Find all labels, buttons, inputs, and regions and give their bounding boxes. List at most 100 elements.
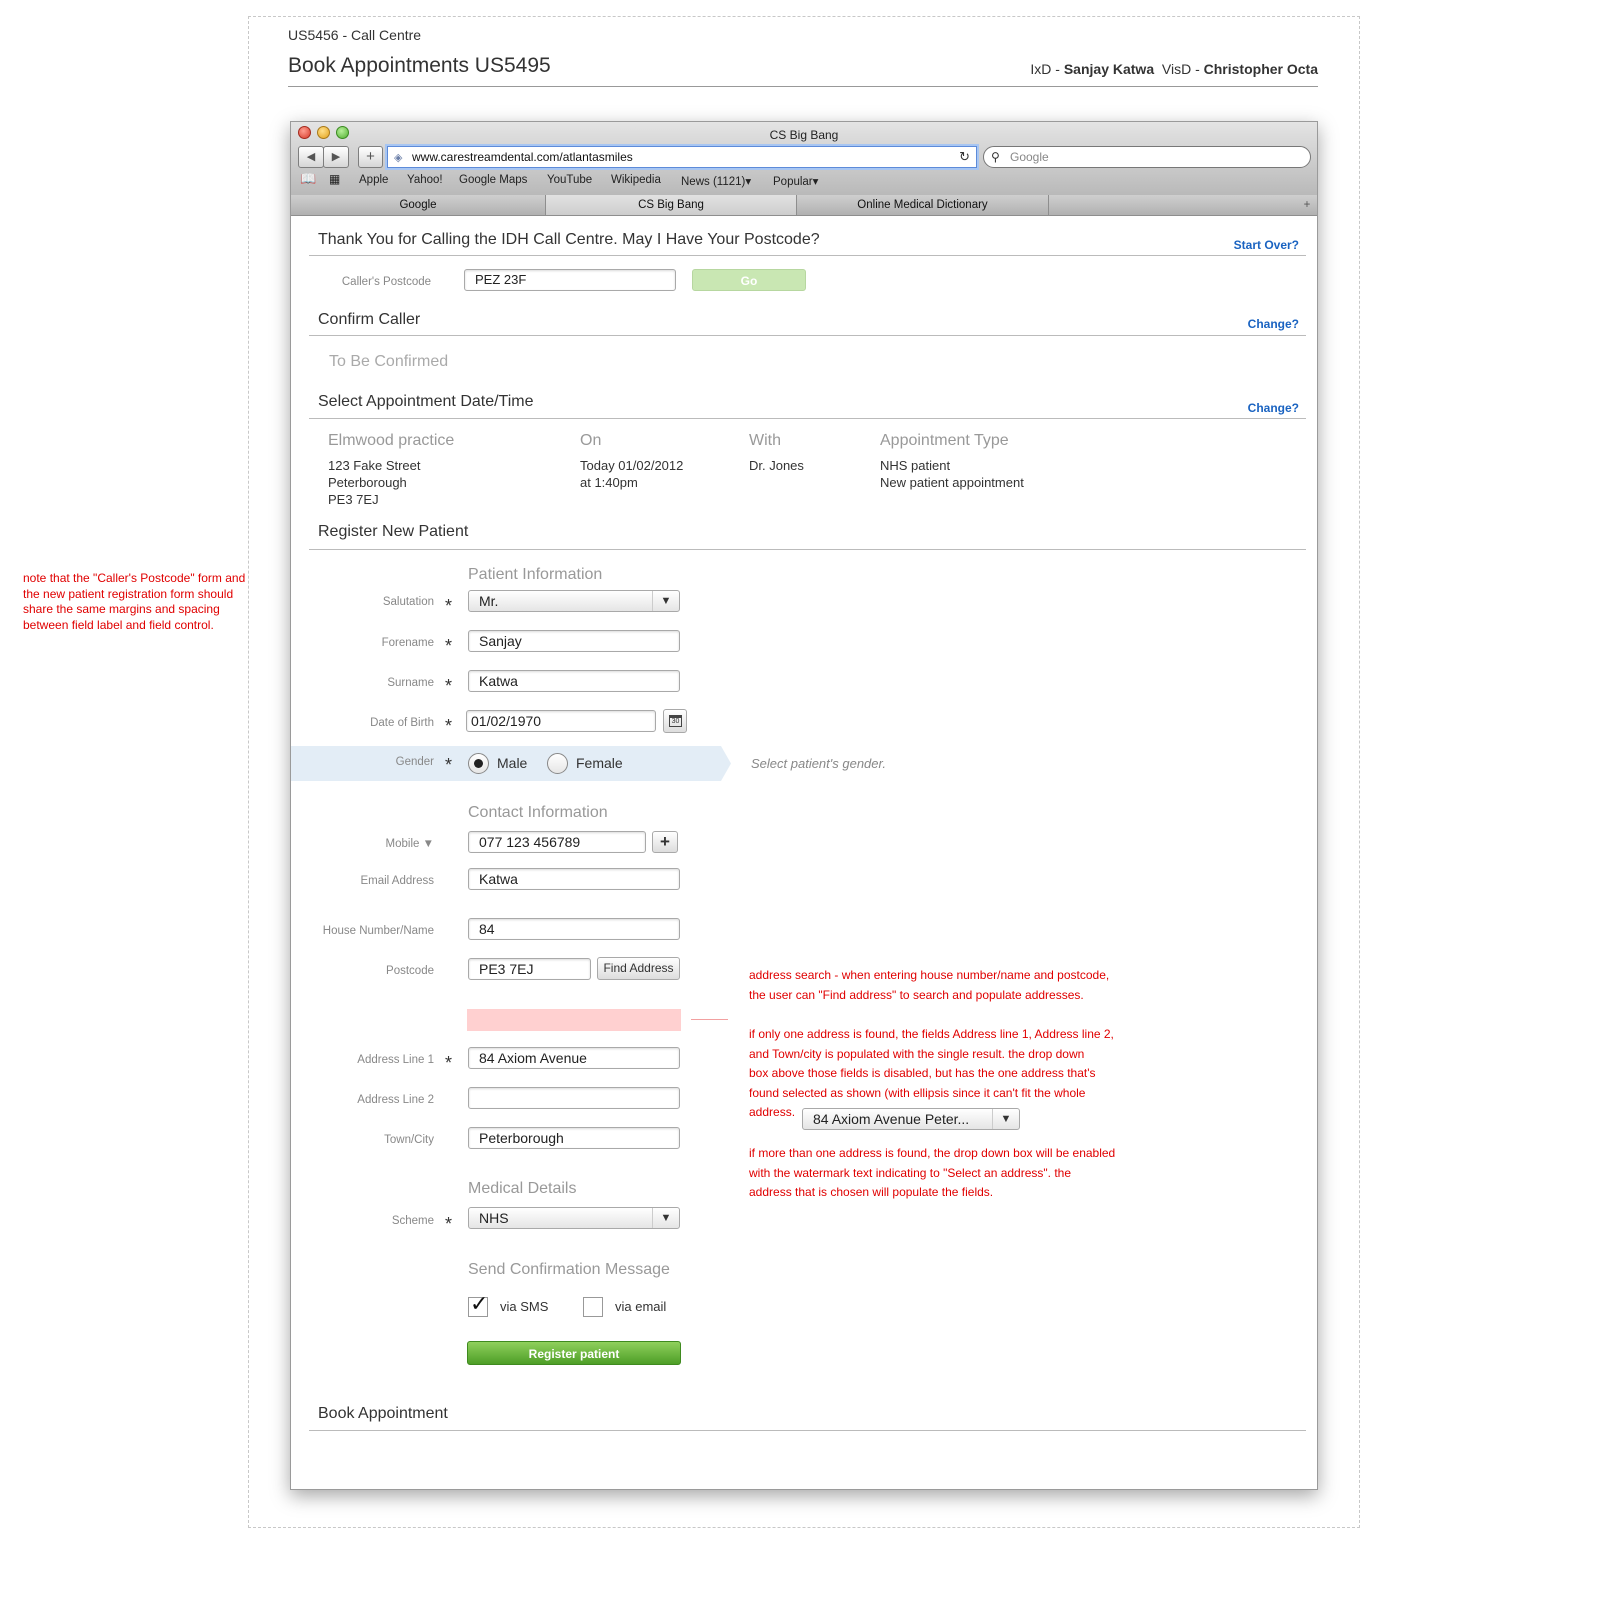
- annotation-line: found selected as shown (with ellipsis s…: [749, 1085, 1086, 1100]
- bookmark-wikipedia[interactable]: Wikipedia: [611, 174, 661, 186]
- example-address-value: 84 Axiom Avenue Peter...: [813, 1111, 970, 1127]
- bookmarks-book-icon[interactable]: 📖: [300, 171, 316, 187]
- tab-cs-big-bang[interactable]: CS Big Bang: [546, 195, 797, 215]
- postcode-input[interactable]: PE3 7EJ: [468, 958, 591, 980]
- add-bookmark-button[interactable]: +: [358, 146, 383, 168]
- address2-input[interactable]: [468, 1087, 680, 1109]
- bookmark-google-maps[interactable]: Google Maps: [459, 174, 527, 186]
- postcode-label: Postcode: [386, 965, 434, 977]
- sms-label[interactable]: via SMS: [500, 1299, 548, 1314]
- town-input[interactable]: Peterborough: [468, 1127, 680, 1149]
- example-address-select: 84 Axiom Avenue Peter... ▼: [802, 1108, 1020, 1130]
- gender-hint: Select patient's gender.: [751, 756, 886, 771]
- practice-line: PE3 7EJ: [328, 492, 379, 507]
- section-rule: [309, 335, 1306, 336]
- gender-female-radio[interactable]: [547, 753, 568, 774]
- section-rule: [309, 549, 1306, 550]
- dob-input[interactable]: 01/02/1970: [466, 710, 656, 732]
- chevron-down-icon: ▼: [992, 1109, 1019, 1129]
- sms-checkbox[interactable]: ✓: [468, 1291, 488, 1317]
- url-text: www.carestreamdental.com/atlantasmiles: [412, 150, 633, 164]
- browser-toolbar: CS Big Bang ◀ ▶ + ◈ www.carestreamdental…: [291, 122, 1317, 196]
- annotation-line: address that is chosen will populate the…: [749, 1185, 994, 1199]
- appointment-type: NHS patient New patient appointment: [880, 457, 1024, 491]
- page-title: Book Appointments US5495: [288, 54, 551, 77]
- bookmark-news[interactable]: News (1121)▾: [681, 174, 751, 188]
- email-checkbox[interactable]: [583, 1297, 603, 1317]
- salutation-label: Salutation: [382, 596, 434, 608]
- address1-input[interactable]: 84 Axiom Avenue: [468, 1047, 680, 1069]
- callers-postcode-input[interactable]: PEZ 23F: [464, 269, 676, 291]
- section-rule: [309, 255, 1306, 256]
- phone-type-dropdown[interactable]: Mobile ▼: [291, 838, 434, 850]
- email-input[interactable]: Katwa: [468, 868, 680, 890]
- reload-icon[interactable]: ↻: [959, 147, 970, 167]
- annotation-multiple-results: if more than one address is found, the d…: [749, 1144, 1115, 1203]
- tab-google[interactable]: Google: [291, 195, 546, 215]
- type-line: New patient appointment: [880, 475, 1024, 490]
- mobile-input[interactable]: 077 123 456789: [468, 831, 646, 853]
- annotation-connector: [691, 1019, 728, 1020]
- gender-male-radio[interactable]: [468, 753, 489, 774]
- medical-details-heading: Medical Details: [468, 1180, 577, 1197]
- bookmark-apple[interactable]: Apple: [359, 174, 388, 186]
- address-bar[interactable]: ◈ www.carestreamdental.com/atlantasmiles…: [387, 146, 977, 168]
- find-address-button[interactable]: Find Address: [597, 957, 680, 980]
- patient-info-heading: Patient Information: [468, 566, 603, 583]
- scheme-value: NHS: [479, 1210, 509, 1226]
- confirm-caller-change-link[interactable]: Change?: [1248, 317, 1299, 331]
- annotation-line: and Town/city is populated with the sing…: [749, 1046, 1085, 1061]
- gender-female-label[interactable]: Female: [576, 755, 623, 771]
- bookmark-popular[interactable]: Popular▾: [773, 174, 818, 188]
- confirmation-heading: Send Confirmation Message: [468, 1261, 670, 1278]
- new-tab-button[interactable]: +: [1297, 195, 1317, 215]
- window-title: CS Big Bang: [769, 128, 839, 142]
- visd-label: VisD -: [1161, 61, 1200, 77]
- annotation-line: if more than one address is found, the d…: [749, 1146, 1116, 1160]
- story-id: US5456 - Call Centre: [288, 27, 422, 43]
- site-favicon-icon: ◈: [394, 152, 403, 164]
- appointment-change-link[interactable]: Change?: [1248, 401, 1299, 415]
- register-patient-button[interactable]: Register patient: [467, 1341, 681, 1365]
- header-rule: [288, 86, 1318, 87]
- back-arrow-icon: ◀: [306, 151, 316, 163]
- tab-bar: Google CS Big Bang Online Medical Dictio…: [291, 195, 1317, 216]
- required-icon: *: [445, 676, 453, 696]
- top-sites-grid-icon[interactable]: ▦: [329, 172, 340, 186]
- bookmark-youtube[interactable]: YouTube: [547, 174, 592, 186]
- search-field[interactable]: ⚲ Google: [983, 146, 1311, 168]
- dob-label: Date of Birth: [370, 717, 434, 729]
- visd-name: Christopher Octa: [1203, 61, 1318, 77]
- house-input[interactable]: 84: [468, 918, 680, 940]
- time-line: at 1:40pm: [580, 475, 638, 490]
- ixd-name: Sanjay Katwa: [1063, 61, 1155, 77]
- register-section-title: Register New Patient: [318, 523, 469, 540]
- forward-arrow-icon: ▶: [331, 151, 341, 163]
- calendar-button[interactable]: 30: [663, 709, 687, 733]
- forward-button[interactable]: ▶: [323, 146, 349, 168]
- add-phone-button[interactable]: +: [652, 831, 678, 853]
- contact-info-heading: Contact Information: [468, 804, 608, 821]
- appointment-with: Dr. Jones: [749, 458, 804, 473]
- back-button[interactable]: ◀: [298, 146, 324, 168]
- forename-input[interactable]: Sanjay: [468, 630, 680, 652]
- house-label: House Number/Name: [322, 925, 434, 937]
- salutation-select[interactable]: Mr. ▼: [468, 590, 680, 612]
- email-checkbox-label[interactable]: via email: [615, 1299, 666, 1314]
- gender-male-label[interactable]: Male: [497, 755, 527, 771]
- type-line: NHS patient: [880, 458, 951, 473]
- required-icon: *: [445, 1053, 453, 1073]
- address-select-placeholder: [467, 1009, 681, 1031]
- go-button[interactable]: Go: [692, 269, 806, 291]
- calendar-icon: 30: [669, 715, 682, 727]
- surname-label: Surname: [387, 677, 434, 689]
- appointment-section-title: Select Appointment Date/Time: [318, 393, 534, 410]
- surname-input[interactable]: Katwa: [468, 670, 680, 692]
- tab-online-medical-dictionary[interactable]: Online Medical Dictionary: [797, 195, 1049, 215]
- annotation-line: address search - when entering house num…: [749, 968, 1110, 982]
- start-over-link[interactable]: Start Over?: [1234, 238, 1299, 252]
- scheme-label: Scheme: [391, 1215, 434, 1227]
- bookmark-yahoo[interactable]: Yahoo!: [407, 174, 443, 186]
- scheme-select[interactable]: NHS ▼: [468, 1207, 680, 1229]
- confirm-caller-title: Confirm Caller: [318, 311, 421, 328]
